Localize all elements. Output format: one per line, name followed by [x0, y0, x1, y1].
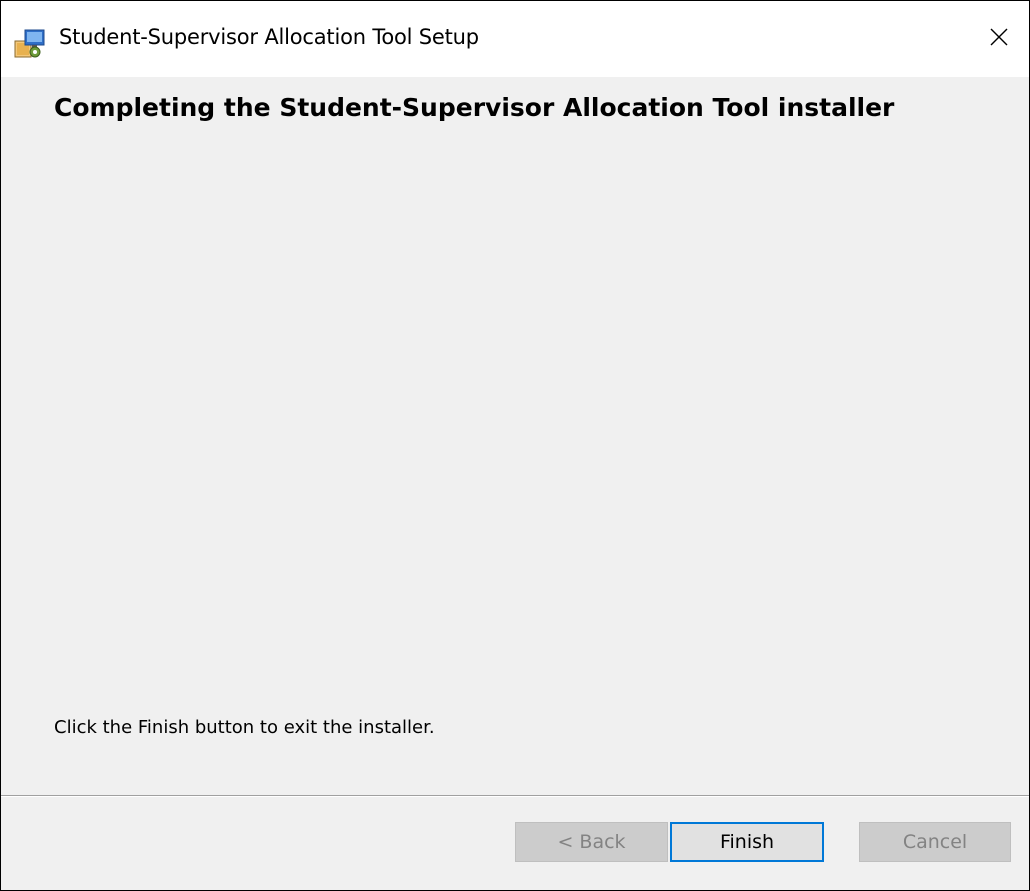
title-bar[interactable]: Student-Supervisor Allocation Tool Setup — [1, 1, 1029, 77]
installer-icon — [13, 27, 47, 59]
instruction-text: Click the Finish button to exit the inst… — [54, 717, 435, 738]
cancel-button[interactable]: Cancel — [859, 822, 1011, 862]
close-icon — [989, 27, 1009, 51]
finish-button[interactable]: Finish — [670, 822, 824, 862]
window-title: Student-Supervisor Allocation Tool Setup — [59, 25, 479, 49]
footer-divider — [1, 795, 1029, 797]
page-heading: Completing the Student-Supervisor Alloca… — [54, 93, 895, 122]
close-button[interactable] — [969, 1, 1029, 77]
setup-dialog: Student-Supervisor Allocation Tool Setup… — [0, 0, 1030, 891]
back-button[interactable]: < Back — [515, 822, 668, 862]
